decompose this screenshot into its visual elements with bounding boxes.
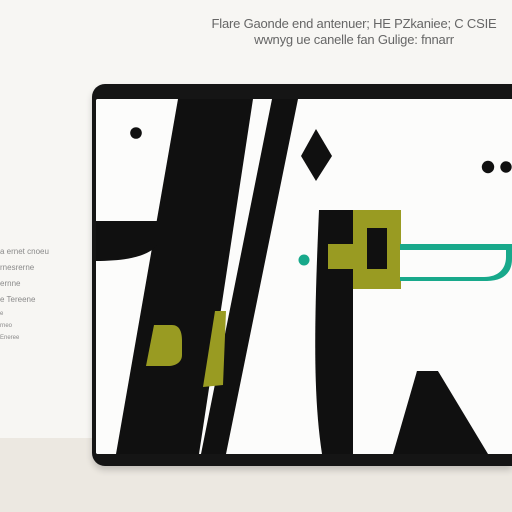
side-note-1: a ernet cnoeu [0,247,49,256]
side-note-7: Eneree [0,335,20,341]
top-caption: Flare Gaonde end antenuer; HE PZkaniee; … [196,16,512,48]
olive-square-cutout [367,228,387,269]
page-root: Flare Gaonde end antenuer; HE PZkaniee; … [0,0,512,512]
tablet-device [92,84,512,466]
black-dot-right-2 [500,161,512,173]
top-caption-line-2: wwnyg ue canelle fan Gulige: fnnarr [254,32,454,47]
black-dot-right-1 [481,160,495,174]
side-note-2: rnesrerne [0,263,35,272]
top-caption-line-1: Flare Gaonde end antenuer; HE PZkaniee; … [211,16,497,31]
side-note-3: ernne [0,279,21,288]
side-note-6: rneo [0,323,13,329]
abstract-geometric-artwork [96,99,512,454]
tablet-screen [96,99,512,454]
teal-dot [298,254,310,266]
olive-small-step [328,244,353,269]
side-note-4: e Tereene [0,295,36,304]
teal-inner-cutout [400,250,506,277]
small-black-dot [130,127,142,139]
side-note-5: e [0,311,4,317]
left-side-notes: a ernet cnoeu rnesrerne ernne e Tereene … [0,246,58,346]
